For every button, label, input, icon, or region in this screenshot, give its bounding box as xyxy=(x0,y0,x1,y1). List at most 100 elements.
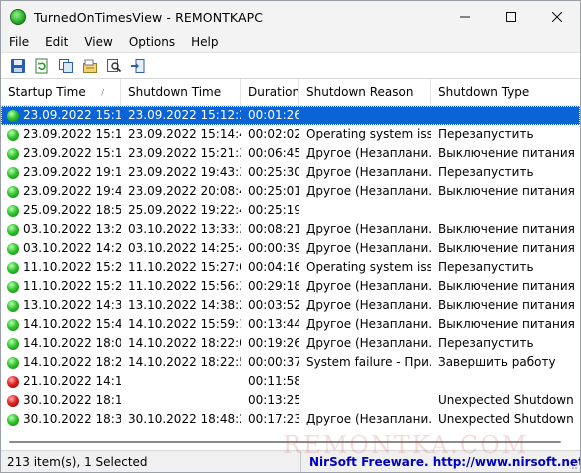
cell-startup-time: 30.10.2022 18:31... xyxy=(1,410,121,429)
startup-time-text: 21.10.2022 14:17... xyxy=(23,374,121,388)
status-item-count: 213 item(s), 1 Selected xyxy=(1,450,301,472)
cell-shutdown-reason xyxy=(299,391,431,410)
cell-startup-time: 03.10.2022 13:25... xyxy=(1,220,121,239)
cell-shutdown-time: 14.10.2022 15:59:13 xyxy=(128,317,241,331)
startup-time-text: 23.09.2022 15:11... xyxy=(23,108,121,122)
cell-startup-time: 25.09.2022 18:57... xyxy=(1,201,121,220)
cell-shutdown-type: Unexpected Shutdown xyxy=(438,412,574,426)
resize-grip-icon[interactable] xyxy=(568,460,578,470)
status-green-icon xyxy=(7,185,19,198)
status-green-icon xyxy=(7,356,19,369)
table-row[interactable]: 21.10.2022 14:17... 00:11:58 xyxy=(1,372,580,391)
minimize-button[interactable] xyxy=(442,1,488,33)
cell-shutdown-reason: Operating system iss... xyxy=(306,127,431,141)
menu-options[interactable]: Options xyxy=(121,33,183,52)
column-label: Shutdown Time xyxy=(128,85,222,99)
cell-shutdown-time: 30.10.2022 18:48:29 xyxy=(128,412,241,426)
properties-button[interactable] xyxy=(81,57,99,75)
startup-time-text: 25.09.2022 18:57... xyxy=(23,203,121,217)
menu-edit[interactable]: Edit xyxy=(37,33,76,52)
column-header-duration[interactable]: Duration xyxy=(241,79,299,106)
cell-shutdown-type: Выключение питания xyxy=(438,241,575,255)
table-row[interactable]: 30.10.2022 18:14... 00:13:25 Unexpected Sh… xyxy=(1,391,580,410)
title-bar[interactable]: TurnedOnTimesView - REMONTKAPC xyxy=(1,1,580,33)
cell-startup-time: 21.10.2022 14:17... xyxy=(1,372,121,391)
menu-file[interactable]: File xyxy=(1,33,37,52)
table-row[interactable]: 14.10.2022 18:22... 14.10.2022 18:22:54 00… xyxy=(1,353,580,372)
maximize-icon xyxy=(506,12,516,22)
close-icon xyxy=(552,12,562,22)
cell-shutdown-type: Перезапустить xyxy=(438,165,534,179)
status-red-icon xyxy=(7,394,19,407)
copy-button[interactable] xyxy=(57,57,75,75)
table-row[interactable]: 23.09.2022 19:18... 23.09.2022 19:43:35 00… xyxy=(1,163,580,182)
horizontal-scrollbar[interactable] xyxy=(1,433,580,450)
cell-shutdown-reason xyxy=(299,106,431,125)
maximize-button[interactable] xyxy=(488,1,534,33)
status-green-icon xyxy=(7,261,19,274)
cell-startup-time: 30.10.2022 18:14... xyxy=(1,391,121,410)
cell-duration: 00:13:25 xyxy=(248,393,299,407)
column-header-shutdown-type[interactable]: Shutdown Type xyxy=(431,79,580,106)
cell-shutdown-time: 23.09.2022 15:21:35 xyxy=(128,146,241,160)
cell-startup-time: 14.10.2022 18:22... xyxy=(1,353,121,372)
cell-startup-time: 03.10.2022 14:25... xyxy=(1,239,121,258)
list-rows: 23.09.2022 15:11... 23.09.2022 15:12:26 00… xyxy=(1,106,580,429)
cell-shutdown-reason: Operating system iss... xyxy=(306,260,431,274)
sort-indicator-icon: / xyxy=(101,88,104,97)
cell-shutdown-type: Выключение питания xyxy=(438,317,575,331)
column-header-startup-time[interactable]: Startup Time / xyxy=(1,79,121,106)
results-list[interactable]: Startup Time / Shutdown Time Duration Sh… xyxy=(1,79,580,433)
table-row[interactable]: 11.10.2022 15:22... 11.10.2022 15:27:04 00… xyxy=(1,258,580,277)
close-button[interactable] xyxy=(534,1,580,33)
table-row[interactable]: 11.10.2022 15:27... 11.10.2022 15:56:33 00… xyxy=(1,277,580,296)
table-row[interactable]: 25.09.2022 18:57... 25.09.2022 19:22:45 00… xyxy=(1,201,580,220)
exit-button[interactable] xyxy=(129,57,147,75)
cell-duration: 00:08:21 xyxy=(248,222,299,236)
status-green-icon xyxy=(7,147,19,160)
properties-icon xyxy=(83,59,97,73)
startup-time-text: 03.10.2022 14:25... xyxy=(23,241,121,255)
cell-shutdown-type xyxy=(431,201,580,220)
scrollbar-thumb[interactable] xyxy=(9,441,561,443)
save-button[interactable] xyxy=(9,57,27,75)
cell-shutdown-type xyxy=(431,372,580,391)
column-header-shutdown-time[interactable]: Shutdown Time xyxy=(121,79,241,106)
startup-time-text: 03.10.2022 13:25... xyxy=(23,222,121,236)
cell-startup-time: 23.09.2022 15:14... xyxy=(1,144,121,163)
find-button[interactable] xyxy=(105,57,123,75)
column-header-shutdown-reason[interactable]: Shutdown Reason xyxy=(299,79,431,106)
table-row[interactable]: 30.10.2022 18:31... 30.10.2022 18:48:29 00… xyxy=(1,410,580,429)
table-row[interactable]: 23.09.2022 15:11... 23.09.2022 15:12:26 00… xyxy=(1,106,580,125)
cell-shutdown-reason: Другое (Незаплани... xyxy=(306,184,431,198)
menu-view[interactable]: View xyxy=(76,33,120,52)
cell-shutdown-time: 23.09.2022 19:43:35 xyxy=(128,165,241,179)
startup-time-text: 23.09.2022 19:43... xyxy=(23,184,121,198)
cell-shutdown-type: Выключение питания xyxy=(438,279,575,293)
status-green-icon xyxy=(7,299,19,312)
menu-help[interactable]: Help xyxy=(183,33,226,52)
table-row[interactable]: 03.10.2022 13:25... 03.10.2022 13:33:34 00… xyxy=(1,220,580,239)
startup-time-text: 23.09.2022 15:14... xyxy=(23,146,121,160)
table-row[interactable]: 13.10.2022 14:34... 13.10.2022 14:38:21 00… xyxy=(1,296,580,315)
table-row[interactable]: 03.10.2022 14:25... 03.10.2022 14:25:49 00… xyxy=(1,239,580,258)
table-row[interactable]: 23.09.2022 15:12... 23.09.2022 15:14:40 00… xyxy=(1,125,580,144)
table-row[interactable]: 14.10.2022 18:02... 14.10.2022 18:22:09 00… xyxy=(1,334,580,353)
cell-shutdown-reason: Другое (Незаплани... xyxy=(306,412,431,426)
cell-shutdown-time xyxy=(121,372,241,391)
status-red-icon xyxy=(7,375,19,388)
cell-duration: 00:00:37 xyxy=(248,355,299,369)
cell-duration: 00:25:30 xyxy=(248,165,299,179)
cell-shutdown-reason: System failure - При... xyxy=(306,355,431,369)
table-row[interactable]: 23.09.2022 19:43... 23.09.2022 20:08:43 00… xyxy=(1,182,580,201)
cell-shutdown-reason: Другое (Незаплани... xyxy=(306,165,431,179)
refresh-button[interactable] xyxy=(33,57,51,75)
app-icon xyxy=(10,9,26,25)
cell-shutdown-reason xyxy=(299,201,431,220)
table-row[interactable]: 14.10.2022 15:45... 14.10.2022 15:59:13 00… xyxy=(1,315,580,334)
nirsoft-link[interactable]: NirSoft Freeware. http://www.nirsoft.net xyxy=(301,451,580,473)
minimize-icon xyxy=(460,16,470,18)
table-row[interactable]: 23.09.2022 15:14... 23.09.2022 15:21:35 00… xyxy=(1,144,580,163)
cell-duration: 00:19:26 xyxy=(248,336,299,350)
startup-time-text: 30.10.2022 18:31... xyxy=(23,412,121,426)
